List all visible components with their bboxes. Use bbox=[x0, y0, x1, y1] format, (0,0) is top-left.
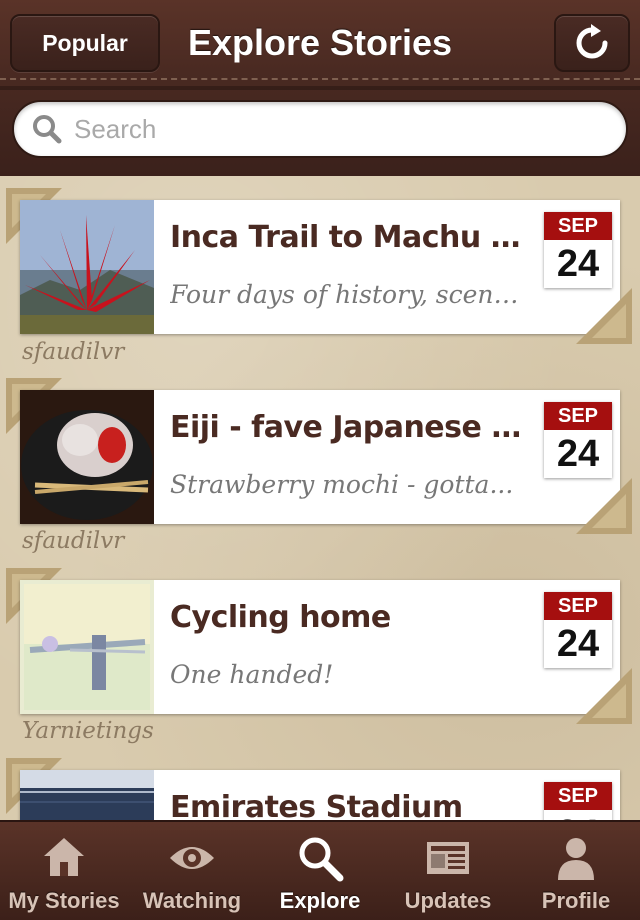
date-day: 24 bbox=[544, 810, 612, 820]
tab-bar: My Stories Watching Explore Updates Prof… bbox=[0, 820, 640, 920]
story-card[interactable]: Emirates Stadium SEP 24 bbox=[20, 770, 620, 820]
search-icon bbox=[33, 115, 62, 144]
photo-corner-decoration bbox=[576, 288, 632, 344]
tab-label: Explore bbox=[279, 888, 361, 913]
date-badge: SEP 24 bbox=[544, 782, 612, 820]
story-thumbnail bbox=[20, 580, 154, 714]
story-thumbnail bbox=[20, 390, 154, 524]
tab-label: Updates bbox=[404, 888, 492, 913]
tab-label: Watching bbox=[142, 888, 242, 913]
house-icon bbox=[44, 838, 84, 876]
story-card[interactable]: Cycling home One handed! SEP 24 bbox=[20, 580, 620, 714]
story-author[interactable]: sfaudilvr bbox=[22, 339, 124, 365]
date-month: SEP bbox=[544, 592, 612, 620]
story-excerpt: Strawberry mochi - gotta... bbox=[170, 470, 514, 499]
person-icon bbox=[558, 838, 594, 880]
date-day: 24 bbox=[556, 623, 600, 665]
date-badge: SEP 24 bbox=[544, 212, 612, 288]
header-divider bbox=[0, 86, 640, 90]
story-excerpt: Four days of history, scener... bbox=[170, 280, 530, 309]
tab-profile[interactable]: Profile bbox=[512, 822, 640, 920]
date-month: SEP bbox=[544, 782, 612, 810]
story-list[interactable]: Inca Trail to Machu Picc... Four days of… bbox=[0, 176, 640, 820]
story-title: Eiji - fave Japanese bre... bbox=[170, 410, 530, 445]
eye-icon bbox=[170, 847, 214, 869]
tab-label: My Stories bbox=[8, 888, 120, 913]
date-day: 24 bbox=[556, 243, 600, 285]
magnifier-icon bbox=[299, 837, 344, 882]
story-title: Cycling home bbox=[170, 600, 391, 635]
page-title: Explore Stories bbox=[187, 22, 453, 63]
photo-corner-decoration bbox=[576, 668, 632, 724]
photo-corner-decoration bbox=[576, 478, 632, 534]
story-author[interactable]: Yarnietings bbox=[22, 718, 154, 744]
story-card[interactable]: Inca Trail to Machu Picc... Four days of… bbox=[20, 200, 620, 334]
date-day: 24 bbox=[556, 433, 600, 475]
search-input[interactable] bbox=[74, 113, 594, 145]
newspaper-icon bbox=[427, 842, 469, 874]
story-thumbnail bbox=[20, 770, 154, 820]
story-excerpt: One handed! bbox=[170, 660, 334, 689]
date-badge: SEP 24 bbox=[544, 592, 612, 668]
story-author[interactable]: sfaudilvr bbox=[22, 528, 124, 554]
story-thumbnail bbox=[20, 200, 154, 334]
tab-my-stories[interactable]: My Stories bbox=[0, 822, 128, 920]
popular-button[interactable]: Popular bbox=[10, 14, 160, 72]
tab-explore[interactable]: Explore bbox=[256, 822, 384, 920]
header-bar: Popular Explore Stories bbox=[0, 0, 640, 176]
tab-label: Profile bbox=[541, 888, 611, 913]
tab-watching[interactable]: Watching bbox=[128, 822, 256, 920]
date-badge: SEP 24 bbox=[544, 402, 612, 478]
refresh-icon bbox=[576, 24, 608, 59]
story-title: Inca Trail to Machu Picc... bbox=[170, 220, 530, 255]
refresh-button[interactable] bbox=[554, 14, 630, 72]
tab-updates[interactable]: Updates bbox=[384, 822, 512, 920]
story-title: Emirates Stadium bbox=[170, 790, 463, 820]
date-month: SEP bbox=[544, 402, 612, 430]
header-stitching bbox=[0, 78, 640, 80]
story-card[interactable]: Eiji - fave Japanese bre... Strawberry m… bbox=[20, 390, 620, 524]
date-month: SEP bbox=[544, 212, 612, 240]
search-field[interactable] bbox=[12, 100, 628, 158]
